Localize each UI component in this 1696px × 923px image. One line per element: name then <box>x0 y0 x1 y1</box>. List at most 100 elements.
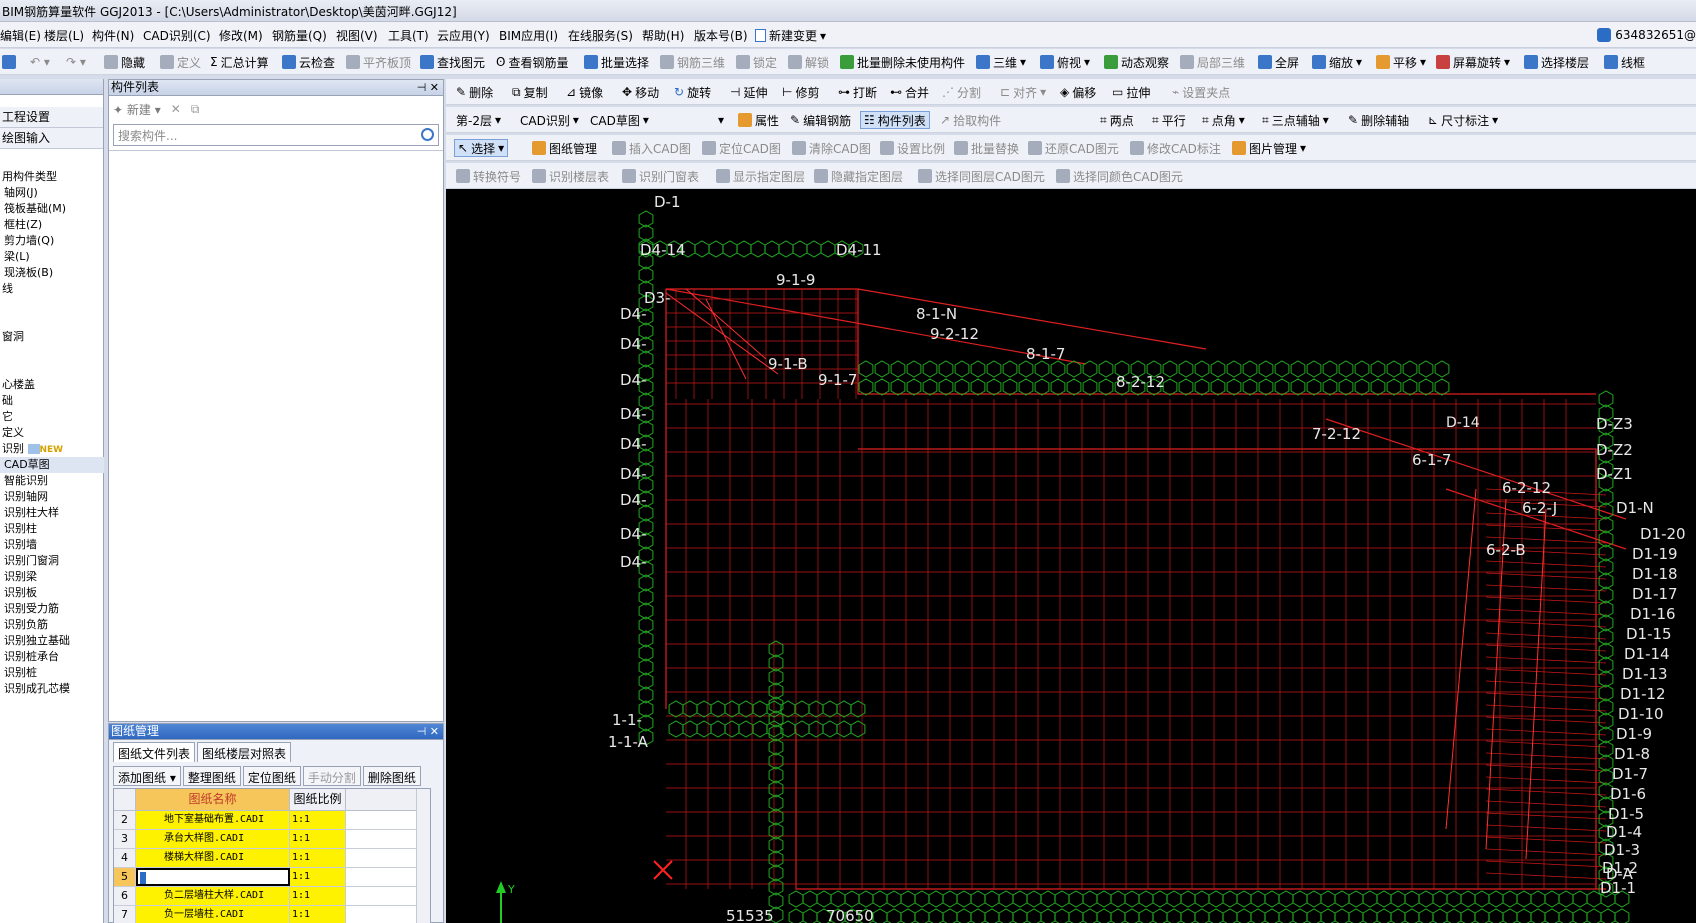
table-row[interactable]: 6 负二层墙柱大样.CADI 1:1 <box>114 887 430 906</box>
edit-rebar-button[interactable]: ✎ 编辑钢筋 <box>790 111 851 129</box>
nav-item-recognize-stress-rebar[interactable]: 识别受力筋 <box>0 601 104 617</box>
wireframe-button[interactable]: 线框 <box>1604 53 1645 71</box>
user-account[interactable]: 634832651@ <box>1597 24 1696 46</box>
menu-floor[interactable]: 楼层(L) <box>44 27 84 44</box>
fullscreen-button[interactable]: 全屏 <box>1258 53 1299 71</box>
menu-component[interactable]: 构件(N) <box>92 27 134 44</box>
menu-cloud[interactable]: 云应用(Y) <box>437 27 490 44</box>
nav-item-other[interactable]: 它 <box>0 409 104 425</box>
nav-item-recognize-pile[interactable]: 识别桩 <box>0 665 104 681</box>
table-row[interactable]: 4 楼梯大样图.CADI 1:1 <box>114 849 430 868</box>
nav-item-recognize-column-detail[interactable]: 识别柱大样 <box>0 505 104 521</box>
copy-component-icon[interactable]: ⧉ <box>191 102 200 117</box>
local-3d-button[interactable]: 局部三维 <box>1180 53 1245 71</box>
nav-drawing-input[interactable]: 绘图输入 <box>0 128 103 149</box>
table-scrollbar[interactable] <box>416 789 430 923</box>
nav-item-recognize-pile-cap[interactable]: 识别桩承台 <box>0 649 104 665</box>
nav-item-custom[interactable]: 定义 <box>0 425 104 441</box>
nav-item-axis[interactable]: 轴网(J) <box>0 185 104 201</box>
organize-drawing-button[interactable]: 整理图纸 <box>182 766 241 786</box>
component-search-input[interactable]: 搜索构件... <box>113 124 439 146</box>
nav-item-cad-sketch[interactable]: CAD草图 <box>0 457 104 473</box>
set-scale-button[interactable]: 设置比例 <box>880 139 945 157</box>
select-same-color-button[interactable]: 选择同颜色CAD图元 <box>1056 167 1183 185</box>
nav-item-recognize-door-window[interactable]: 识别门窗洞 <box>0 553 104 569</box>
batch-select-button[interactable]: 批量选择 <box>584 53 649 71</box>
drawing-scale-cell[interactable]: 1:1 <box>290 868 346 886</box>
batch-delete-unused-button[interactable]: 批量删除未使用构件 <box>840 53 965 71</box>
find-element-button[interactable]: 查找图元 <box>420 53 485 71</box>
drawing-scale-cell[interactable]: 1:1 <box>290 906 346 923</box>
select-same-layer-button[interactable]: 选择同图层CAD图元 <box>918 167 1045 185</box>
move-button[interactable]: ✥ 移动 <box>622 83 659 101</box>
delete-drawing-button[interactable]: 删除图纸 <box>362 766 421 786</box>
nav-item-recognize-column[interactable]: 识别柱 <box>0 521 104 537</box>
3d-button[interactable]: 三维 ▾ <box>976 53 1026 71</box>
nav-item-recognize-beam[interactable]: 识别梁 <box>0 569 104 585</box>
hide-button[interactable]: 隐藏 <box>104 53 145 71</box>
floor-select[interactable]: 第-2层 ▾ <box>456 111 501 129</box>
mode-select[interactable]: CAD识别 ▾ <box>520 111 579 129</box>
cad-drawing[interactable]: D-1 D4-11 D4-14 D3- D4- D4- D4- D4- D4- … <box>446 189 1696 923</box>
menu-version[interactable]: 版本号(B) <box>694 27 748 44</box>
recognize-floor-table-button[interactable]: 识别楼层表 <box>532 167 609 185</box>
image-manage-button[interactable]: 图片管理 ▾ <box>1232 139 1306 157</box>
define-button[interactable]: 定义 <box>160 53 201 71</box>
rotate-button[interactable]: ↻ 旋转 <box>674 83 711 101</box>
zoom-button[interactable]: 缩放 ▾ <box>1312 53 1362 71</box>
nav-item-recognize-axis[interactable]: 识别轴网 <box>0 489 104 505</box>
nav-item-beam[interactable]: 梁(L) <box>0 249 104 265</box>
nav-item-line[interactable]: 线 <box>0 281 104 297</box>
nav-item-shear-wall[interactable]: 剪力墙(Q) <box>0 233 104 249</box>
properties-button[interactable]: 属性 <box>738 111 779 129</box>
drawing-name-cell[interactable]: 负二层墙柱大样.CADI <box>136 887 290 905</box>
modify-cad-mark-button[interactable]: 修改CAD标注 <box>1130 139 1221 157</box>
pin-close-icon[interactable]: ⊣ ✕ <box>417 80 439 95</box>
menu-edit[interactable]: 编辑(E) <box>0 27 41 44</box>
drawing-name-cell[interactable]: 承台大样图.CADI <box>136 830 290 848</box>
top-view-button[interactable]: 俯视 ▾ <box>1040 53 1090 71</box>
two-points-button[interactable]: ⌗ 两点 <box>1100 111 1134 129</box>
batch-replace-button[interactable]: 批量替换 <box>954 139 1019 157</box>
menu-bim[interactable]: BIM应用(I) <box>499 27 558 44</box>
lock-button[interactable]: 锁定 <box>736 53 777 71</box>
break-button[interactable]: ⊶ 打断 <box>838 83 877 101</box>
drawing-name-cell[interactable]: 地下室基础布置.CADI <box>136 811 290 829</box>
copy-button[interactable]: ⧉ 复制 <box>512 83 548 101</box>
drawing-scale-cell[interactable]: 1:1 <box>290 830 346 848</box>
summary-calc-button[interactable]: Σ 汇总计算 <box>210 53 269 71</box>
recognize-door-table-button[interactable]: 识别门窗表 <box>622 167 699 185</box>
clear-cad-button[interactable]: 清除CAD图 <box>792 139 871 157</box>
drawing-scale-cell[interactable]: 1:1 <box>290 849 346 867</box>
menu-modify[interactable]: 修改(M) <box>219 27 263 44</box>
table-row-selected[interactable]: 5 1:1 <box>114 868 430 887</box>
parallel-button[interactable]: ⌗ 平行 <box>1152 111 1186 129</box>
menu-new-change[interactable]: 新建变更 ▾ <box>755 27 826 44</box>
tab-drawing-floor-map[interactable]: 图纸楼层对照表 <box>197 742 292 762</box>
new-component-button[interactable]: ✦ 新建 ▾ <box>113 101 161 118</box>
select-floor-button[interactable]: 选择楼层 <box>1524 53 1589 71</box>
nav-item-component-types[interactable]: 用构件类型 <box>0 169 104 185</box>
drawing-name-edit-cell[interactable] <box>136 868 290 886</box>
nav-item-raft[interactable]: 筏板基础(M) <box>0 201 104 217</box>
split-button[interactable]: ⋰ 分割 <box>942 83 981 101</box>
align-slab-top-button[interactable]: 平齐板顶 <box>346 53 411 71</box>
nav-item-recognize[interactable]: 识别 NEW <box>0 441 104 457</box>
pick-component-button[interactable]: ↗ 拾取构件 <box>940 111 1001 129</box>
table-row[interactable]: 3 承台大样图.CADI 1:1 <box>114 830 430 849</box>
menu-cad-recognize[interactable]: CAD识别(C) <box>143 27 211 44</box>
redo-button[interactable]: ↷ ▾ <box>66 53 86 71</box>
dimension-button[interactable]: ⊾ 尺寸标注 ▾ <box>1428 111 1498 129</box>
screen-rotate-button[interactable]: 屏幕旋转 ▾ <box>1436 53 1510 71</box>
drawing-scale-cell[interactable]: 1:1 <box>290 811 346 829</box>
save-button[interactable] <box>2 53 16 71</box>
hide-layer-button[interactable]: 隐藏指定图层 <box>814 167 903 185</box>
nav-item-recognize-negative-rebar[interactable]: 识别负筋 <box>0 617 104 633</box>
set-grip-button[interactable]: ⌁ 设置夹点 <box>1172 83 1230 101</box>
manual-split-button[interactable]: 手动分割 <box>302 766 361 786</box>
column-drawing-scale[interactable]: 图纸比例 <box>290 789 346 810</box>
cloud-check-button[interactable]: 云检查 <box>282 53 335 71</box>
restore-cad-button[interactable]: 还原CAD图元 <box>1028 139 1119 157</box>
nav-project-settings[interactable]: 工程设置 <box>0 107 103 128</box>
menu-view[interactable]: 视图(V) <box>336 27 378 44</box>
